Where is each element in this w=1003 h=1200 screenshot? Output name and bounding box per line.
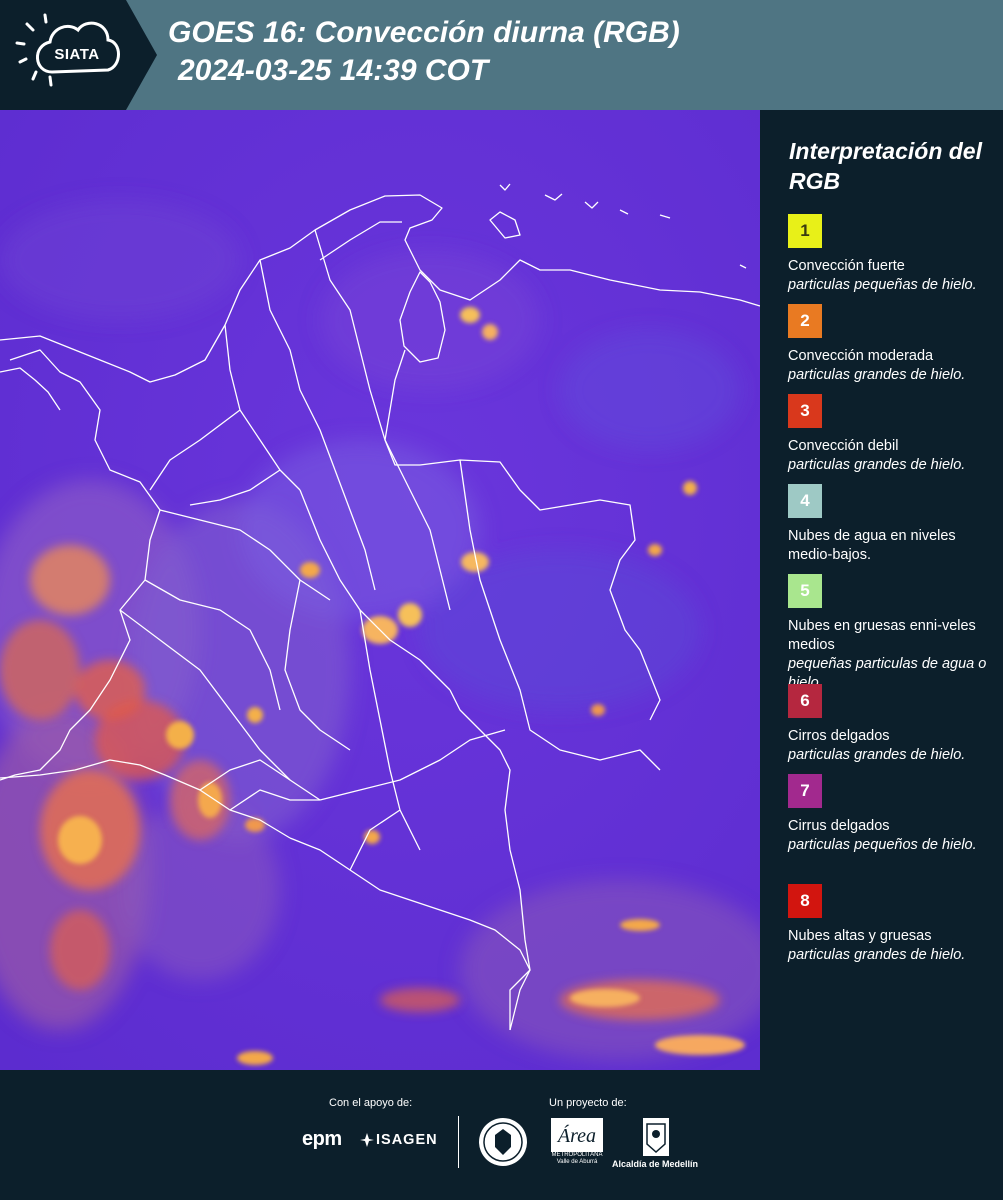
legend-label: Nubes de agua en niveles medio-bajos. (788, 528, 956, 563)
legend-swatch: 1 (788, 214, 822, 248)
legend-sublabel: particulas pequeñas de hielo. (788, 277, 977, 293)
support-label: Con el apoyo de: (329, 1097, 413, 1109)
legend-label: Nubes en gruesas enni-veles medios (788, 618, 976, 653)
legend-sublabel: particulas pequeños de hielo. (788, 837, 977, 853)
legend-label: Convección moderada (788, 348, 934, 364)
legend-panel: Interpretación del RGB 1 Convección fuert… (760, 110, 1003, 1070)
legend-label: Convección debil (788, 438, 899, 454)
legend-swatch: 3 (788, 394, 822, 428)
legend-item-1: 1 Convección fuerte particulas pequeñas de… (788, 214, 993, 295)
isagen-logo[interactable]: ISAGEN (376, 1132, 438, 1148)
legend-item-5: 5 Nubes en gruesas enni-veles medios peque… (788, 574, 993, 693)
area-script-text: Área (556, 1124, 596, 1147)
legend-item-7: 7 Cirrus delgados particulas pequeños de h… (788, 774, 993, 855)
header: SIATA GOES 16: Convección diurna (RGB) 2… (0, 0, 1003, 110)
legend-swatch: 4 (788, 484, 822, 518)
legend-label: Cirros delgados (788, 728, 890, 744)
alcaldia-shield-icon[interactable] (643, 1118, 669, 1156)
legend-item-6: 6 Cirros delgados particulas grandes de hi… (788, 684, 993, 765)
legend-sublabel: particulas grandes de hielo. (788, 457, 966, 473)
satellite-rgb-composite-map (0, 110, 760, 1070)
project-label: Un proyecto de: (549, 1097, 627, 1109)
footer-divider (458, 1116, 459, 1168)
legend-label: Convección fuerte (788, 258, 905, 274)
legend-swatch: 6 (788, 684, 822, 718)
legend-item-2: 2 Convección moderada particulas grandes d… (788, 304, 993, 385)
legend-swatch: 7 (788, 774, 822, 808)
legend-swatch: 2 (788, 304, 822, 338)
legend-sublabel: particulas grandes de hielo. (788, 947, 966, 963)
legend-swatch: 8 (788, 884, 822, 918)
siata-logo-text: SIATA (54, 46, 100, 63)
legend-title: Interpretación del RGB (789, 138, 982, 194)
legend-sublabel: particulas grandes de hielo. (788, 367, 966, 383)
legend-sublabel: particulas grandes de hielo. (788, 747, 966, 763)
area-metropolitana-logo-icon[interactable]: Área (551, 1118, 603, 1152)
epm-logo[interactable]: epm (302, 1128, 342, 1151)
legend-item-4: 4 Nubes de agua en niveles medio-bajos. (788, 484, 993, 565)
siata-logo[interactable]: SIATA (0, 0, 157, 110)
satellite-map[interactable] (0, 110, 761, 1070)
legend-label: Nubes altas y gruesas (788, 928, 932, 944)
legend-label: Cirrus delgados (788, 818, 890, 834)
title-line-1: GOES 16: Convección diurna (RGB) (168, 16, 680, 49)
legend-swatch: 5 (788, 574, 822, 608)
footer: Con el apoyo de: Un proyecto de: epm ISA… (0, 1070, 1003, 1200)
university-seal-icon[interactable] (478, 1117, 528, 1167)
isagen-logo-icon (360, 1133, 374, 1147)
title-line-2: 2024-03-25 14:39 COT (178, 54, 489, 87)
page-title: GOES 16: Convección diurna (RGB) 2024-03… (168, 14, 680, 90)
area-metropolitana-text: METROPOLITANA Valle de Aburrá (551, 1152, 603, 1165)
alcaldia-text: Alcaldía de Medellín (612, 1159, 699, 1169)
legend-item-8: 8 Nubes altas y gruesas particulas grandes… (788, 884, 993, 965)
legend-item-3: 3 Convección debil particulas grandes de h… (788, 394, 993, 475)
